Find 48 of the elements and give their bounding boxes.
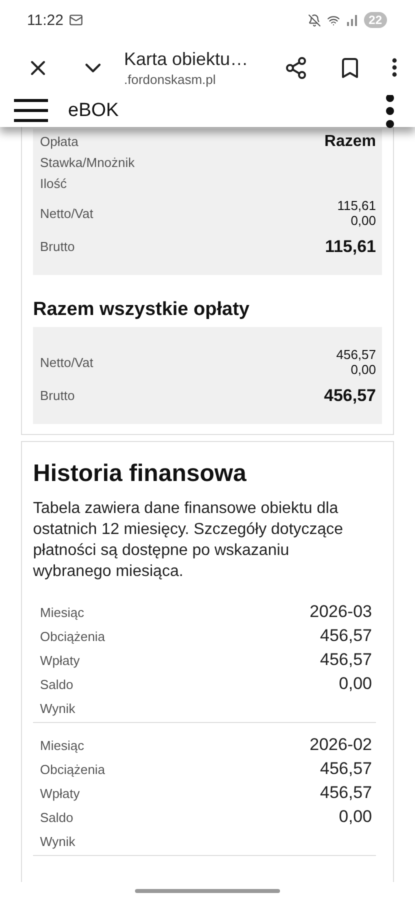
amount: 0,00 [350, 213, 376, 228]
row-label: Wpłaty [40, 652, 80, 668]
row-label: Miesiąc [40, 738, 84, 752]
wifi-icon [326, 14, 340, 26]
share-icon [284, 56, 308, 80]
row-value: 0,00 [338, 674, 372, 694]
column-header: Razem [324, 132, 376, 150]
more-icon [392, 58, 397, 77]
row-label: Miesiąc [40, 604, 84, 620]
page-url: .fordonskasm.pl [124, 72, 217, 86]
row-label: Obciążenia [40, 628, 106, 644]
row-value: 456,57 [320, 759, 372, 779]
mute-icon [308, 14, 321, 26]
section-title: Razem wszystkie opłaty [33, 299, 250, 321]
row-value: 2026-03 [310, 602, 372, 622]
amount: 0,00 [350, 362, 376, 377]
row-label: Saldo [40, 676, 74, 692]
description: Tabela zawiera dane finansowe obiektu dla ostatnich 12 miesięcy. Szczegóły dotyczące płatności są dostępne po wskazaniu wybranego miesiąca. [33, 499, 344, 582]
row-label: Brutto [40, 388, 75, 403]
row-label: Saldo [40, 810, 74, 824]
row-label: Ilość [40, 176, 67, 191]
row-value: 456,57 [320, 626, 372, 646]
row-value: 456,57 [320, 783, 372, 803]
row-label: Netto/Vat [40, 206, 94, 220]
amount: 115,61 [337, 198, 376, 213]
clock: 11:22 [27, 12, 64, 28]
amount: 456,57 [336, 347, 376, 362]
row-label: Obciążenia [40, 762, 106, 776]
section-title: Historia finansowa [33, 460, 248, 488]
row-label: Brutto [40, 239, 75, 254]
total-amount: 456,57 [324, 386, 376, 406]
column-header: Opłata [40, 134, 78, 149]
row-value: 0,00 [338, 807, 372, 827]
signal-icon [346, 14, 358, 26]
row-label: Wynik [40, 834, 76, 848]
row-value: 2026-02 [310, 735, 372, 755]
row-label: Wpłaty [40, 786, 80, 800]
row-value: 456,57 [320, 650, 372, 670]
more-icon[interactable] [385, 95, 395, 129]
row-label: Stawka/Mnożnik [40, 155, 135, 170]
row-label: Wynik [40, 700, 76, 716]
mail-icon [69, 13, 84, 27]
page-title: Karta obiektu… [124, 48, 250, 70]
row-label: Netto/Vat [40, 354, 94, 370]
total-amount: 115,61 [324, 236, 376, 256]
battery-level: 22 [364, 12, 387, 28]
menu-icon[interactable] [14, 99, 48, 123]
app-title: eBOK [68, 100, 120, 122]
